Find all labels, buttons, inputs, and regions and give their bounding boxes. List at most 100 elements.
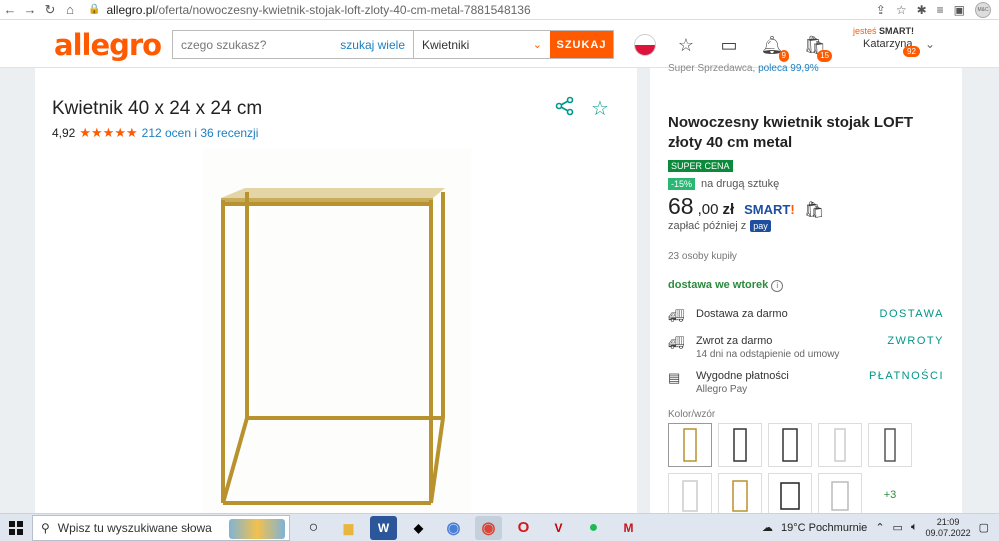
smart-text: SMART <box>744 202 791 217</box>
file-explorer-icon[interactable]: ▆ <box>335 516 362 540</box>
weather-text[interactable]: 19°C Pochmurnie <box>781 522 867 534</box>
variant-thumb[interactable] <box>868 423 912 467</box>
word-icon[interactable]: W <box>370 515 397 540</box>
user-menu[interactable]: jesteś SMART! Katarzyna 92 ⌄ <box>853 26 935 57</box>
variant-thumb[interactable] <box>818 423 862 467</box>
payments-link[interactable]: PŁATNOŚCI <box>869 370 944 382</box>
opera-icon[interactable]: O <box>510 516 537 540</box>
returns-link[interactable]: ZWROTY <box>887 335 944 347</box>
search-placeholder: czego szukasz? <box>181 37 267 52</box>
jestes-label: jesteś <box>853 26 877 36</box>
weather-icon: ☁ <box>761 522 773 534</box>
pay-badge: pay <box>750 220 771 232</box>
back-icon[interactable]: ← <box>0 2 20 17</box>
variant-thumb[interactable] <box>718 473 762 517</box>
product-gallery-card: Kwietnik 40 x 24 x 24 cm 4,92 ★★★★★ 212 … <box>35 68 637 513</box>
category-select[interactable]: Kwietniki ⌄ <box>413 31 550 58</box>
discount-text: na drugą sztukę <box>701 178 780 190</box>
product-title: Kwietnik 40 x 24 x 24 cm <box>52 98 263 119</box>
chevron-down-icon: ⌄ <box>925 37 936 51</box>
share-icon[interactable] <box>555 96 575 121</box>
notification-badge: 9 <box>778 50 789 62</box>
variant-thumb[interactable] <box>718 423 762 467</box>
seller-prefix: Super Sprzedawca, <box>668 63 756 74</box>
search-highlight-image <box>229 518 285 539</box>
rating: 4,92 ★★★★★ 212 ocen i 36 recenzji <box>52 125 258 141</box>
row-sub: 14 dni na odstąpienie od umowy <box>696 349 840 360</box>
row-sub: Allegro Pay <box>696 384 748 395</box>
variant-thumb[interactable] <box>668 423 712 467</box>
wallet-icon: ▤ <box>668 370 681 385</box>
sidebar-icon[interactable]: ▣ <box>954 3 965 17</box>
taskbar-search[interactable]: ⚲ Wpisz tu wyszukiwane słowa <box>32 514 290 541</box>
user-badge: 92 <box>903 46 920 57</box>
seller-info: Super Sprzedawca, poleca 99,9% <box>668 63 819 74</box>
site-header: allegro czego szukasz? szukaj wiele Kwie… <box>0 20 999 68</box>
price: 68,00 zł SMART! <box>668 193 795 220</box>
extensions-icon[interactable]: ✱ <box>917 3 927 17</box>
star-watch-icon[interactable]: ☆ <box>673 32 699 58</box>
vivaldi-icon[interactable]: V <box>545 516 572 540</box>
windows-start-icon[interactable] <box>0 520 32 535</box>
rating-stars-icon: ★★★★★ <box>79 125 138 140</box>
rating-link[interactable]: 212 ocen i 36 recenzji <box>142 126 259 140</box>
super-price-badge: SUPER CENA <box>668 160 733 172</box>
address-bar[interactable]: 🔒 allegro.pl/oferta/nowoczesny-kwietnik-… <box>88 3 876 17</box>
chevron-up-icon[interactable]: ⌃ <box>875 521 884 534</box>
variant-thumb[interactable] <box>768 473 812 517</box>
url-host: allegro.pl <box>106 2 156 17</box>
poland-flag-icon[interactable] <box>634 34 656 56</box>
reading-list-icon[interactable]: ≡ <box>937 3 944 17</box>
messages-icon[interactable]: ▭ <box>716 32 742 58</box>
variant-thumb[interactable] <box>668 473 712 517</box>
more-variants-link[interactable]: +3 <box>868 473 912 517</box>
search-icon: ⚲ <box>41 520 50 535</box>
return-truck-icon: 🚚︎ <box>668 335 685 350</box>
chrome-icon[interactable]: ◉ <box>475 515 502 540</box>
search-button[interactable]: SZUKAJ <box>550 31 613 58</box>
profile-avatar[interactable]: M&C <box>975 1 991 18</box>
favorite-star-icon[interactable]: ☆ <box>591 96 609 121</box>
home-icon[interactable]: ⌂ <box>60 2 80 17</box>
search-many-link[interactable]: szukaj wiele <box>340 38 405 52</box>
clock[interactable]: 21:09 09.07.2022 <box>926 517 971 539</box>
forward-icon[interactable]: → <box>20 2 40 17</box>
url-path: /oferta/nowoczesny-kwietnik-stojak-loft-… <box>155 2 531 17</box>
inkscape-icon[interactable]: ◆ <box>405 516 432 540</box>
chromium-icon[interactable]: ◉ <box>440 516 467 540</box>
price-decimal: ,00 <box>697 201 719 218</box>
search-input[interactable]: czego szukasz? szukaj wiele <box>173 31 413 58</box>
seller-recommend[interactable]: poleca 99,9% <box>758 63 819 74</box>
delivery-link[interactable]: DOSTAWA <box>880 308 944 320</box>
smart-label: SMART! <box>879 26 915 36</box>
variant-thumb[interactable] <box>818 473 862 517</box>
network-icon[interactable]: ▭ <box>893 521 903 534</box>
discount-badge: -15% <box>668 178 696 190</box>
notifications-icon[interactable]: ▢ <box>979 521 989 534</box>
search-bar: czego szukasz? szukaj wiele Kwietniki ⌄ … <box>172 30 614 59</box>
row-title: Wygodne płatności <box>696 370 789 382</box>
product-image[interactable] <box>203 148 471 513</box>
cart-icon[interactable]: 🛍︎ 15 <box>802 32 832 62</box>
bell-icon[interactable]: 🔔︎ 9 <box>759 32 789 62</box>
variant-thumb[interactable] <box>768 423 812 467</box>
color-label: Kolor/wzór <box>668 409 716 420</box>
info-icon[interactable]: i <box>771 280 784 292</box>
bought-count: 23 osoby kupiły <box>668 251 737 262</box>
allegro-logo[interactable]: allegro <box>54 28 162 62</box>
browser-toolbar: ← → ↻ ⌂ 🔒 allegro.pl/oferta/nowoczesny-k… <box>0 0 999 20</box>
antivirus-icon[interactable]: M <box>615 516 642 540</box>
lock-icon: 🔒 <box>88 4 101 15</box>
offer-title: Nowoczesny kwietnik stojak LOFT złoty 40… <box>668 114 914 151</box>
offer-card: Super Sprzedawca, poleca 99,9% Nowoczesn… <box>650 63 962 517</box>
task-view-icon[interactable]: ○ <box>300 516 327 540</box>
volume-icon[interactable]: 🔈︎ <box>911 521 918 534</box>
chevron-down-icon: ⌄ <box>532 39 542 51</box>
share-page-icon[interactable]: ⇪ <box>876 3 886 17</box>
payments-row: ▤ Wygodne płatności Allegro Pay PŁATNOŚCI <box>668 370 944 396</box>
cart-badge: 15 <box>817 50 832 62</box>
spotify-icon[interactable]: ● <box>580 516 607 540</box>
bookmark-star-icon[interactable]: ☆ <box>896 3 907 17</box>
delivery-row: 🚚︎ Dostawa za darmo DOSTAWA <box>668 308 944 324</box>
reload-icon[interactable]: ↻ <box>40 2 60 18</box>
